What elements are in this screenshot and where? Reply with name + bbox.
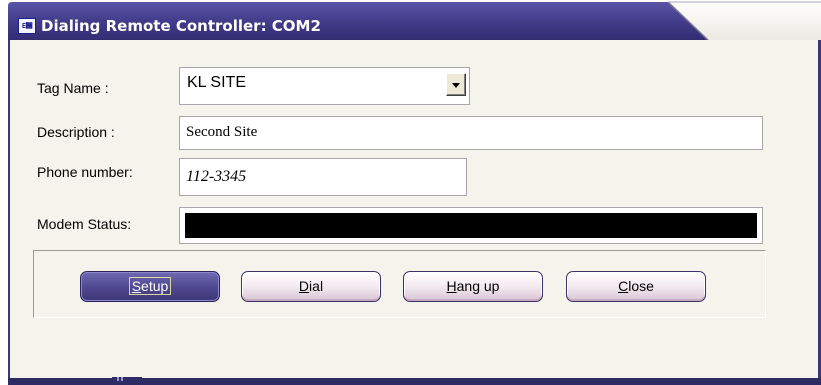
description-label: Description : — [37, 124, 115, 140]
phone-number-label: Phone number: — [37, 164, 133, 180]
modem-status-label: Modem Status: — [37, 216, 132, 232]
dial-label-rest: ial — [309, 278, 324, 294]
tag-name-label: Tag Name : — [37, 80, 109, 96]
modem-status-field — [179, 207, 763, 244]
window-border-left — [8, 40, 10, 385]
hang-up-button[interactable]: Hang up — [403, 271, 543, 302]
hangup-label-rest: ang up — [456, 278, 500, 294]
phone-number-field[interactable]: 112-3345 — [179, 158, 467, 196]
close-button[interactable]: Close — [566, 271, 706, 302]
close-label-rest: lose — [628, 278, 654, 294]
tag-name-value: KL SITE — [187, 74, 246, 91]
app-icon — [18, 18, 36, 34]
dropdown-button[interactable] — [446, 73, 466, 96]
setup-mnemonic: S — [131, 278, 142, 294]
dial-mnemonic: D — [298, 278, 310, 294]
window-title: Dialing Remote Controller: COM2 — [41, 17, 321, 35]
title-bar: Dialing Remote Controller: COM2 — [8, 0, 821, 40]
setup-button[interactable]: Setup — [80, 271, 220, 302]
close-mnemonic: C — [618, 278, 629, 294]
setup-button-label: Setup — [128, 277, 172, 295]
resize-grip — [112, 377, 142, 385]
hangup-mnemonic: H — [446, 278, 457, 294]
chevron-down-icon — [452, 83, 460, 88]
setup-label-rest: etup — [141, 278, 169, 294]
tag-name-dropdown[interactable]: KL SITE — [179, 67, 470, 105]
description-field[interactable]: Second Site — [179, 116, 763, 150]
modem-status-display — [185, 213, 757, 238]
dial-button[interactable]: Dial — [241, 271, 381, 302]
